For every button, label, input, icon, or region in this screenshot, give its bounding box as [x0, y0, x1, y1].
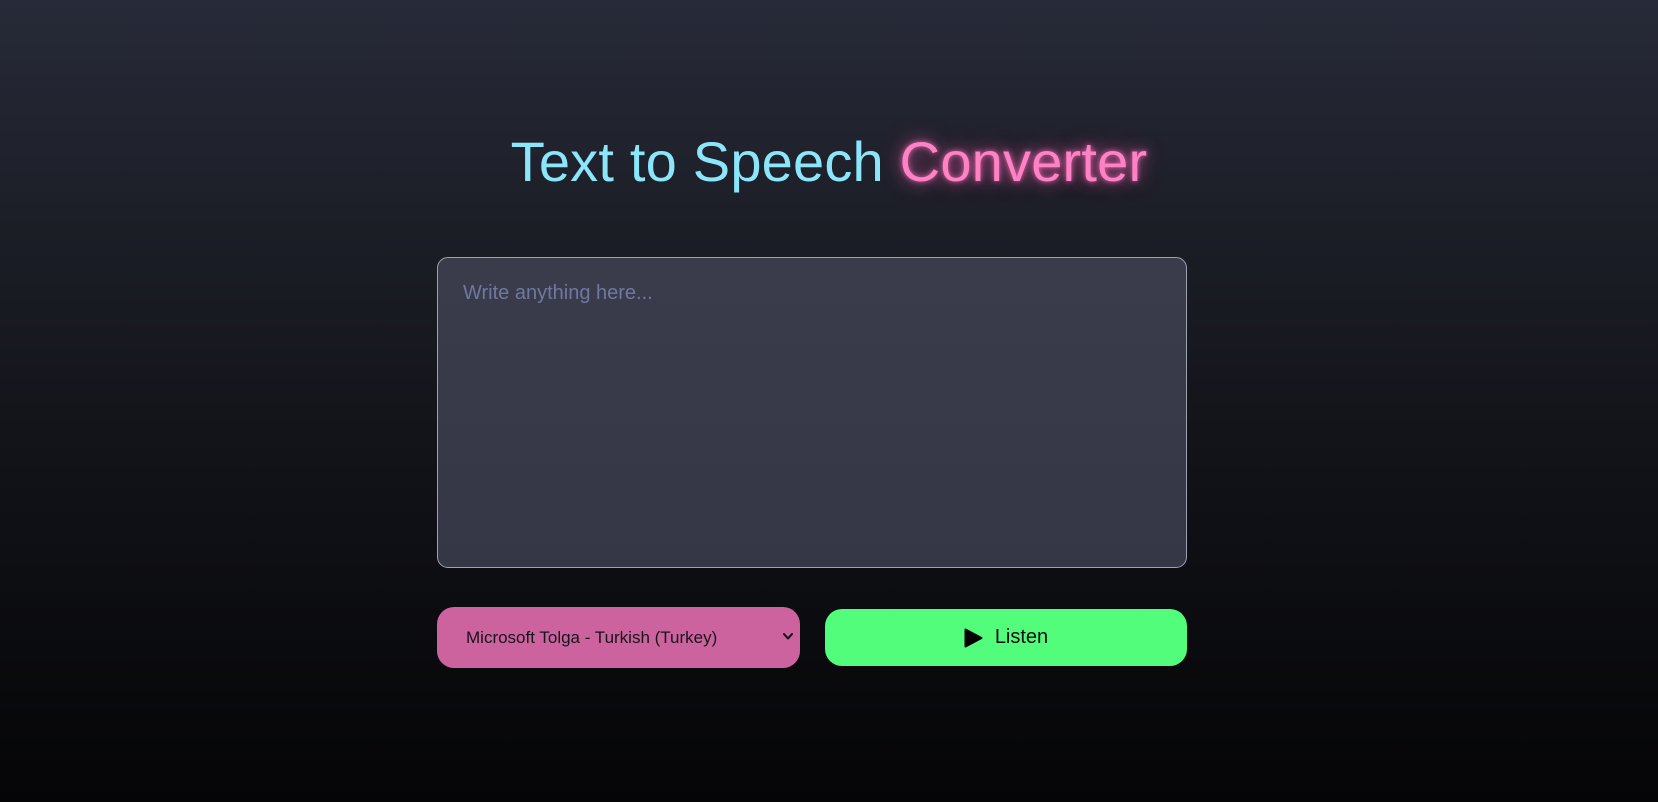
page-title: Text to Speech Converter [0, 127, 1658, 197]
title-accent-text: Converter [899, 130, 1148, 193]
listen-button[interactable]: Listen [825, 609, 1187, 666]
listen-button-label: Listen [994, 626, 1049, 648]
play-icon [964, 628, 983, 647]
voice-select[interactable]: Microsoft Tolga - Turkish (Turkey) [437, 607, 800, 668]
title-primary-text: Text to Speech [510, 130, 884, 193]
speech-text-input[interactable] [437, 257, 1187, 568]
